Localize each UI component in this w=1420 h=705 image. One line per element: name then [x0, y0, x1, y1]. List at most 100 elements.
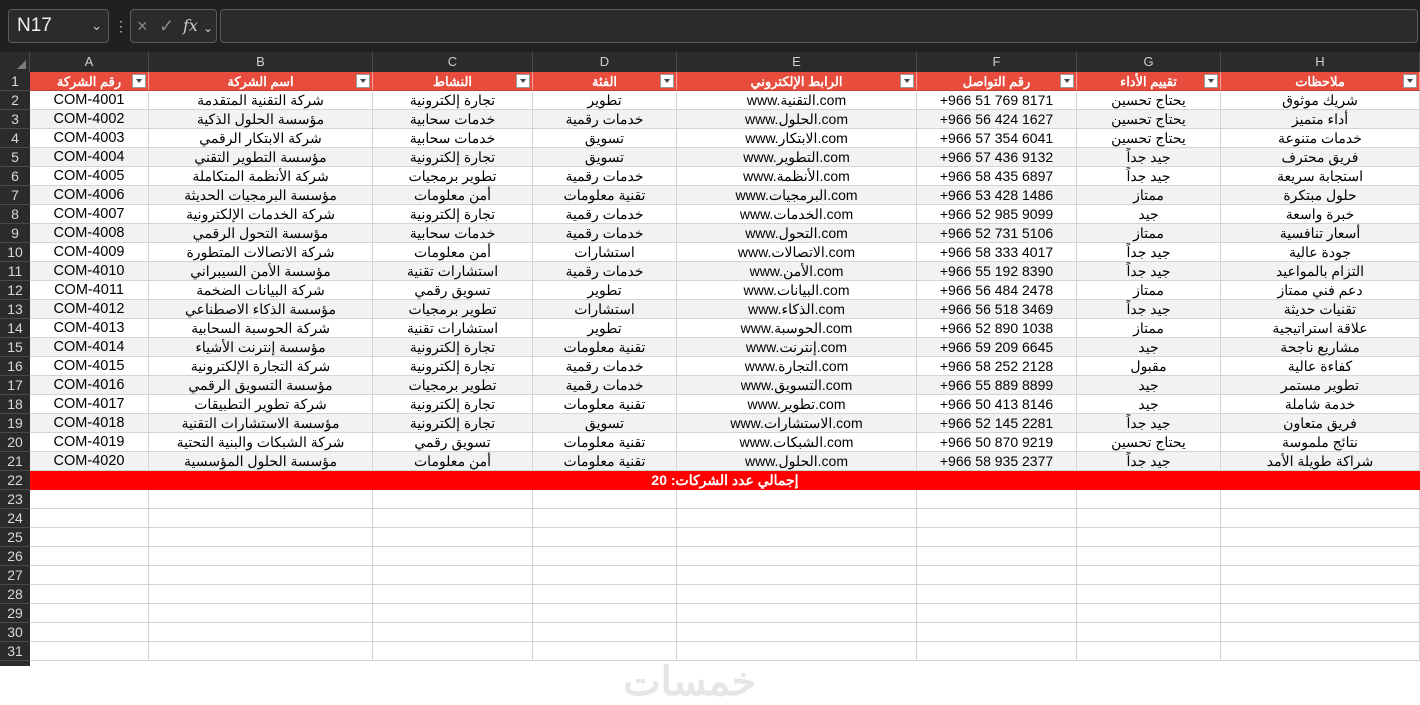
cell-company-name[interactable]: مؤسسة إنترنت الأشياء [149, 338, 373, 357]
cell-phone[interactable]: +966 58 935 2377 [917, 452, 1077, 471]
cell-website[interactable]: www.التجارة.com [677, 357, 917, 376]
cell-phone[interactable]: +966 50 870 9219 [917, 433, 1077, 452]
filter-dropdown-icon[interactable] [1403, 74, 1417, 88]
cell-website[interactable]: www.الخدمات.com [677, 205, 917, 224]
cell-category[interactable]: تقنية معلومات [533, 433, 677, 452]
cell-website[interactable]: www.البرمجيات.com [677, 186, 917, 205]
cell-website[interactable]: www.التقنية.com [677, 91, 917, 110]
column-header-f[interactable]: F [917, 52, 1077, 72]
empty-cell[interactable] [149, 642, 373, 661]
cell-company-id[interactable]: COM-4020 [30, 452, 149, 471]
cell-notes[interactable]: فريق متعاون [1221, 414, 1420, 433]
row-header-29[interactable]: 29 [0, 604, 30, 623]
chevron-down-icon[interactable]: ⌄ [91, 10, 102, 42]
empty-cell[interactable] [373, 585, 533, 604]
empty-cell[interactable] [373, 490, 533, 509]
empty-cell[interactable] [1077, 604, 1221, 623]
cell-category[interactable]: خدمات رقمية [533, 262, 677, 281]
row-header-12[interactable]: 12 [0, 281, 30, 300]
cell-company-id[interactable]: COM-4002 [30, 110, 149, 129]
cell-company-name[interactable]: شركة التقنية المتقدمة [149, 91, 373, 110]
cell-website[interactable]: www.البيانات.com [677, 281, 917, 300]
cell-rating[interactable]: ممتاز [1077, 186, 1221, 205]
cell-category[interactable]: تقنية معلومات [533, 338, 677, 357]
cell-website[interactable]: www.التسويق.com [677, 376, 917, 395]
empty-cell[interactable] [1221, 623, 1420, 642]
cell-company-id[interactable]: COM-4005 [30, 167, 149, 186]
cell-category[interactable]: تقنية معلومات [533, 452, 677, 471]
cell-phone[interactable]: +966 52 731 5106 [917, 224, 1077, 243]
cell-website[interactable]: www.الحلول.com [677, 452, 917, 471]
cell-phone[interactable]: +966 56 424 1627 [917, 110, 1077, 129]
chevron-down-icon[interactable]: ⌄ [203, 18, 213, 38]
cell-category[interactable]: خدمات رقمية [533, 357, 677, 376]
cell-company-id[interactable]: COM-4010 [30, 262, 149, 281]
cell-website[interactable]: www.تطوير.com [677, 395, 917, 414]
cell-website[interactable]: www.الاتصالات.com [677, 243, 917, 262]
cell-category[interactable]: استشارات [533, 243, 677, 262]
row-header-9[interactable]: 9 [0, 224, 30, 243]
cell-category[interactable]: تسويق [533, 414, 677, 433]
empty-cell[interactable] [1077, 547, 1221, 566]
empty-cell[interactable] [1077, 642, 1221, 661]
empty-cell[interactable] [373, 623, 533, 642]
empty-cell[interactable] [1077, 509, 1221, 528]
cell-rating[interactable]: مقبول [1077, 357, 1221, 376]
cell-phone[interactable]: +966 57 436 9132 [917, 148, 1077, 167]
empty-cell[interactable] [677, 604, 917, 623]
empty-cell[interactable] [149, 528, 373, 547]
empty-cell[interactable] [533, 585, 677, 604]
empty-cell[interactable] [373, 642, 533, 661]
row-header-13[interactable]: 13 [0, 300, 30, 319]
cell-notes[interactable]: دعم فني ممتاز [1221, 281, 1420, 300]
empty-cell[interactable] [373, 604, 533, 623]
column-header-d[interactable]: D [533, 52, 677, 72]
empty-cell[interactable] [917, 623, 1077, 642]
header-cell-notes[interactable]: ملاحظات [1221, 72, 1420, 91]
column-header-g[interactable]: G [1077, 52, 1221, 72]
cell-notes[interactable]: شريك موثوق [1221, 91, 1420, 110]
cell-website[interactable]: www.الأنظمة.com [677, 167, 917, 186]
empty-cell[interactable] [149, 566, 373, 585]
empty-cell[interactable] [30, 528, 149, 547]
more-options-icon[interactable]: ⋮ [114, 14, 128, 38]
cell-company-name[interactable]: شركة البيانات الضخمة [149, 281, 373, 300]
cell-company-id[interactable]: COM-4011 [30, 281, 149, 300]
cell-company-id[interactable]: COM-4001 [30, 91, 149, 110]
total-count-cell[interactable]: إجمالي عدد الشركات: 20 [30, 471, 1420, 490]
cell-company-id[interactable]: COM-4009 [30, 243, 149, 262]
empty-cell[interactable] [677, 528, 917, 547]
cell-website[interactable]: www.الذكاء.com [677, 300, 917, 319]
cell-notes[interactable]: التزام بالمواعيد [1221, 262, 1420, 281]
cell-activity[interactable]: تجارة إلكترونية [373, 338, 533, 357]
empty-cell[interactable] [1221, 585, 1420, 604]
empty-cell[interactable] [149, 490, 373, 509]
cell-company-id[interactable]: COM-4008 [30, 224, 149, 243]
select-all-button[interactable] [0, 52, 30, 72]
row-header-17[interactable]: 17 [0, 376, 30, 395]
empty-cell[interactable] [149, 547, 373, 566]
cell-notes[interactable]: جودة عالية [1221, 243, 1420, 262]
cell-company-name[interactable]: مؤسسة الذكاء الاصطناعي [149, 300, 373, 319]
empty-cell[interactable] [30, 547, 149, 566]
empty-cell[interactable] [533, 509, 677, 528]
cell-rating[interactable]: يحتاج تحسين [1077, 110, 1221, 129]
cell-company-name[interactable]: مؤسسة التحول الرقمي [149, 224, 373, 243]
cell-rating[interactable]: جيد جداً [1077, 148, 1221, 167]
row-header-20[interactable]: 20 [0, 433, 30, 452]
row-header-10[interactable]: 10 [0, 243, 30, 262]
empty-cell[interactable] [677, 585, 917, 604]
cell-activity[interactable]: تجارة إلكترونية [373, 414, 533, 433]
name-box[interactable]: N17 ⌄ [8, 9, 109, 43]
cell-activity[interactable]: تجارة إلكترونية [373, 91, 533, 110]
empty-cell[interactable] [1221, 642, 1420, 661]
filter-dropdown-icon[interactable] [132, 74, 146, 88]
cell-website[interactable]: www.الاستشارات.com [677, 414, 917, 433]
cell-company-id[interactable]: COM-4012 [30, 300, 149, 319]
empty-cell[interactable] [917, 490, 1077, 509]
cell-activity[interactable]: استشارات تقنية [373, 262, 533, 281]
enter-icon[interactable]: ✓ [159, 16, 174, 36]
cell-phone[interactable]: +966 56 518 3469 [917, 300, 1077, 319]
empty-cell[interactable] [30, 623, 149, 642]
cell-rating[interactable]: جيد [1077, 395, 1221, 414]
